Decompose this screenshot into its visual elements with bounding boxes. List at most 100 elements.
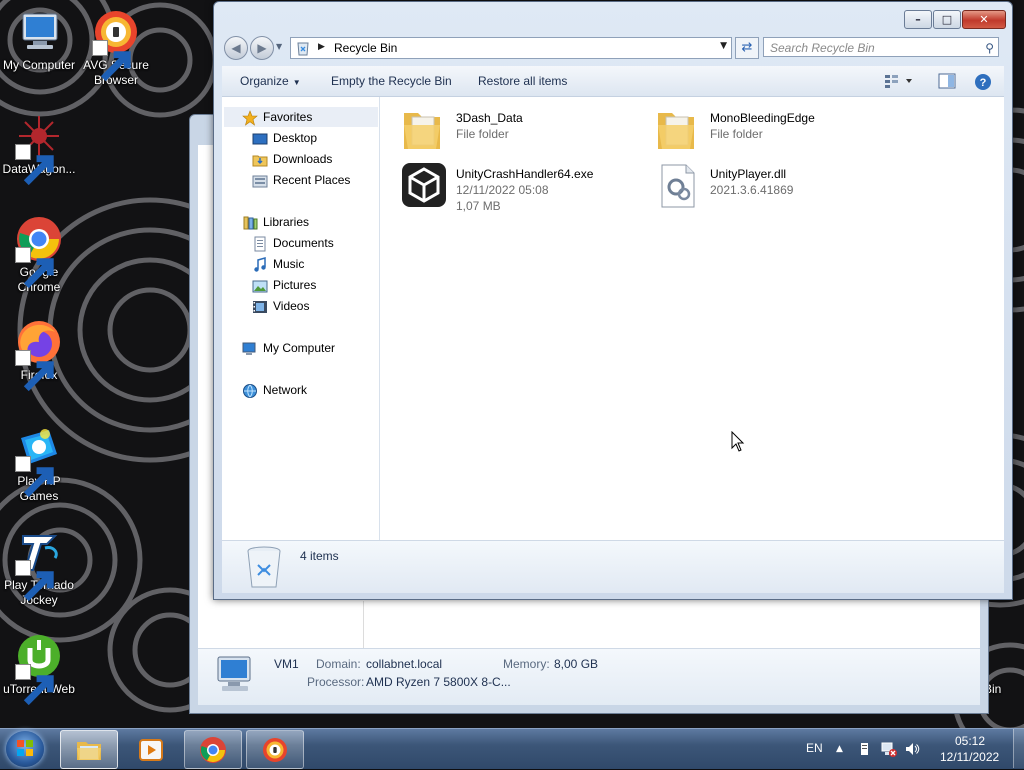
desktop-icon-datawagon[interactable]: DataWagon...	[1, 112, 77, 186]
file-item[interactable]: 3Dash_Data File folder	[400, 105, 640, 155]
recycle-bin-window[interactable]: – □ ✕ ◀ ▶ ▼ ▶ Recycle Bin ▼ ⇄ Search Rec…	[213, 1, 1013, 600]
item-count: 4 items	[300, 549, 339, 563]
nav-downloads[interactable]: Downloads	[252, 150, 332, 168]
nav-label: Documents	[273, 236, 334, 250]
datawagon-icon	[15, 112, 63, 186]
file-item[interactable]: MonoBleedingEdge File folder	[654, 105, 894, 155]
taskbar-explorer-button[interactable]	[60, 730, 118, 769]
nav-my-computer[interactable]: My Computer	[242, 339, 335, 357]
nav-desktop[interactable]: Desktop	[252, 129, 317, 147]
recent-pages-dropdown[interactable]: ▼	[276, 42, 282, 51]
show-hidden-icons-button[interactable]: ▲	[836, 741, 852, 757]
file-name: MonoBleedingEdge	[710, 111, 815, 125]
start-button[interactable]	[6, 731, 44, 767]
minimize-button[interactable]: –	[904, 10, 932, 29]
avg-browser-icon	[261, 736, 289, 764]
action-center-icon[interactable]	[858, 741, 874, 757]
command-bar: Organize ▼ Empty the Recycle Bin Restore …	[222, 66, 1004, 97]
nav-documents[interactable]: Documents	[252, 234, 334, 252]
desktop-icon-recycle-bin-partial[interactable]: Bin	[984, 682, 1024, 697]
shortcut-arrow-icon	[15, 456, 54, 498]
videos-icon	[252, 299, 268, 315]
dll-file-icon	[654, 161, 702, 209]
change-view-button[interactable]	[884, 73, 914, 92]
chrome-icon	[15, 215, 63, 289]
empty-recycle-bin-button[interactable]: Empty the Recycle Bin	[331, 74, 452, 88]
clock-time[interactable]: 05:12	[955, 734, 985, 748]
desktop-icon-play-hp-games[interactable]: Play HP Games	[1, 424, 77, 504]
clock-date[interactable]: 12/11/2022	[940, 750, 999, 764]
taskbar-chrome-button[interactable]	[184, 730, 242, 769]
back-button[interactable]: ◀	[224, 36, 248, 60]
search-placeholder: Search Recycle Bin	[770, 41, 875, 55]
nav-pictures[interactable]: Pictures	[252, 276, 316, 294]
volume-icon[interactable]	[904, 741, 920, 757]
nav-favorites[interactable]: Favorites	[242, 108, 312, 126]
documents-icon	[252, 236, 268, 252]
file-item[interactable]: UnityCrashHandler64.exe 12/11/2022 05:08…	[400, 161, 640, 213]
file-name: UnityPlayer.dll	[710, 167, 787, 181]
network-status-icon[interactable]	[881, 741, 897, 757]
shortcut-arrow-icon	[92, 40, 131, 82]
nav-label: Videos	[273, 299, 310, 313]
file-list: 3Dash_Data File folder MonoBleedingEdge …	[380, 97, 1004, 540]
close-button[interactable]: ✕	[962, 10, 1006, 29]
desktop-icon-tornado-jockey[interactable]: Play Tornado Jockey	[1, 528, 77, 608]
computer-icon	[242, 341, 258, 357]
media-player-icon	[137, 736, 165, 764]
taskbar-avg-browser-button[interactable]	[246, 730, 304, 769]
shortcut-arrow-icon	[15, 350, 54, 392]
desktop-icon-avg-browser[interactable]: AVG Secure Browser	[78, 8, 154, 88]
avg-browser-icon	[92, 8, 140, 82]
caption-buttons: – □ ✕	[903, 10, 1006, 29]
svg-text:?: ?	[980, 77, 987, 89]
organize-button[interactable]: Organize ▼	[240, 74, 301, 88]
language-indicator[interactable]: EN	[806, 741, 823, 755]
desktop-icon-google-chrome[interactable]: Google Chrome	[1, 215, 77, 295]
processor-label: Processor:	[307, 675, 365, 689]
help-icon: ?	[975, 74, 991, 90]
forward-button[interactable]: ▶	[250, 36, 274, 60]
nav-libraries[interactable]: Libraries	[242, 213, 309, 231]
nav-music[interactable]: Music	[252, 255, 304, 273]
desktop-icon-utorrent-web[interactable]: uTorrent Web	[1, 632, 77, 706]
shortcut-arrow-icon	[15, 144, 54, 186]
file-type: File folder	[710, 127, 763, 141]
file-type: File folder	[456, 127, 509, 141]
breadcrumb-separator-icon: ▶	[318, 42, 325, 52]
desktop-icon-firefox[interactable]: Firefox	[1, 318, 77, 392]
libraries-icon	[242, 215, 258, 231]
nav-recent-places[interactable]: Recent Places	[252, 171, 350, 189]
nav-label: Favorites	[263, 110, 313, 124]
navigation-pane: Favorites Desktop Downloads Recent Place…	[222, 97, 380, 540]
show-desktop-button[interactable]	[1013, 729, 1024, 768]
computer-icon	[15, 8, 63, 56]
nav-videos[interactable]: Videos	[252, 297, 309, 315]
domain-label: Domain:	[316, 657, 361, 671]
computer-icon	[214, 655, 258, 697]
chevron-down-icon: ▼	[292, 78, 301, 87]
breadcrumb-recycle-bin[interactable]: Recycle Bin	[334, 41, 397, 55]
taskbar-media-player-button[interactable]	[122, 730, 180, 769]
nav-network[interactable]: Network	[242, 381, 307, 399]
search-input[interactable]: Search Recycle Bin ⚲	[763, 37, 999, 57]
status-bar: 4 items	[222, 540, 1004, 593]
nav-label: Desktop	[273, 131, 318, 145]
preview-pane-button[interactable]	[938, 73, 956, 92]
maximize-button[interactable]: □	[933, 10, 961, 29]
file-name: 3Dash_Data	[456, 111, 523, 125]
help-button[interactable]: ?	[974, 73, 992, 94]
address-bar[interactable]: ▶ Recycle Bin ▼	[290, 37, 732, 59]
restore-all-items-button[interactable]: Restore all items	[478, 74, 567, 88]
shortcut-arrow-icon	[15, 664, 54, 706]
file-item[interactable]: UnityPlayer.dll 2021.3.6.41869	[654, 161, 894, 211]
recycle-bin-icon	[295, 40, 311, 59]
refresh-button[interactable]: ⇄	[735, 37, 759, 59]
desktop-icon-my-computer[interactable]: My Computer	[1, 8, 77, 73]
utorrent-icon	[15, 632, 63, 706]
hp-games-icon	[15, 424, 63, 498]
back-arrow-icon: ◀	[231, 41, 241, 55]
search-icon[interactable]: ⚲	[985, 38, 994, 58]
forward-arrow-icon: ▶	[257, 41, 267, 55]
address-dropdown-icon[interactable]: ▼	[720, 41, 727, 51]
